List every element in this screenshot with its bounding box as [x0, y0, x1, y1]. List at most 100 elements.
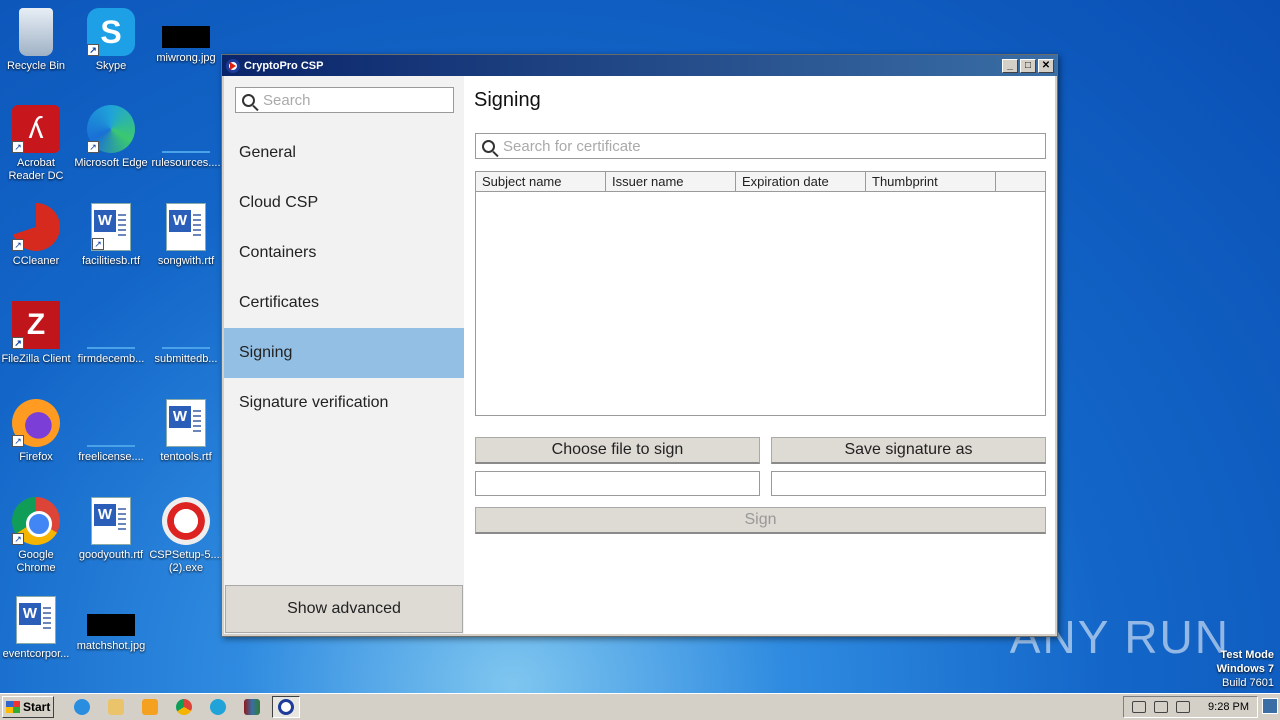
taskbar-media-player[interactable]	[136, 696, 164, 718]
page-title: Signing	[474, 89, 541, 111]
desktop-icon-label: eventcorpor...	[2, 648, 70, 660]
desktop-icon-ccleaner[interactable]: ↗ CCleaner	[0, 203, 74, 268]
table-header: Subject name Issuer name Expiration date…	[476, 172, 1045, 192]
desktop-icon-label: Google Chrome	[16, 549, 56, 574]
firefox-icon: ↗	[12, 399, 60, 447]
windows-logo-icon	[6, 701, 20, 713]
desktop-icon-label: FileZilla Client	[1, 353, 71, 365]
desktop-icon-edge[interactable]: ↗ Microsoft Edge	[73, 105, 149, 170]
desktop-icon-acrobat[interactable]: ʎ ↗ Acrobat Reader DC	[0, 105, 74, 183]
sidebar-item-containers[interactable]: Containers	[224, 228, 464, 278]
desktop-icon-submittedb[interactable]: submittedb...	[148, 301, 224, 366]
save-signature-button[interactable]: Save signature as	[771, 437, 1046, 464]
desktop-icon-label: Microsoft Edge	[74, 157, 148, 169]
system-tray: 9:28 PM	[1123, 696, 1258, 718]
desktop-icon-eventcorpor[interactable]: W eventcorpor...	[0, 596, 74, 661]
internet-explorer-icon	[74, 699, 90, 715]
clock[interactable]: 9:28 PM	[1208, 701, 1249, 713]
desktop-icon-cspsetup[interactable]: CSPSetup-5.... (2).exe	[148, 497, 224, 575]
desktop-icon-rulesources[interactable]: rulesources....	[148, 105, 224, 170]
desktop-icon-label: CSPSetup-5.... (2).exe	[149, 549, 223, 574]
test-mode-line: Build 7601	[1222, 677, 1274, 689]
desktop-icon-firefox[interactable]: ↗ Firefox	[0, 399, 74, 464]
sidebar-nav: General Cloud CSP Containers Certificate…	[224, 128, 464, 428]
file-path-field[interactable]	[475, 471, 760, 496]
sidebar-item-signing[interactable]: Signing	[224, 328, 464, 378]
desktop-icon-goodyouth[interactable]: W goodyouth.rtf	[73, 497, 149, 562]
sidebar-item-certificates[interactable]: Certificates	[224, 278, 464, 328]
column-subject-name[interactable]: Subject name	[476, 172, 606, 191]
window-client: General Cloud CSP Containers Certificate…	[224, 76, 1055, 634]
column-thumbprint[interactable]: Thumbprint	[866, 172, 996, 191]
signing-panel: Signing Subject name Issuer name Expirat…	[464, 76, 1055, 634]
desktop-icon-label: submittedb...	[154, 353, 218, 365]
action-center-flag-icon[interactable]	[1176, 701, 1191, 713]
filezilla-icon: Z ↗	[12, 301, 60, 349]
desktop-icon-skype[interactable]: S ↗ Skype	[73, 8, 149, 73]
choose-file-button[interactable]: Choose file to sign	[475, 437, 760, 464]
signature-path-field[interactable]	[771, 471, 1046, 496]
desktop-icon-tentools[interactable]: W tentools.rtf	[148, 399, 224, 464]
media-player-icon	[142, 699, 158, 715]
ccleaner-icon: ↗	[12, 203, 60, 251]
desktop-icon-freelicense[interactable]: freelicense....	[73, 399, 149, 464]
taskbar-explorer[interactable]	[102, 696, 130, 718]
taskbar-chrome[interactable]	[170, 696, 198, 718]
desktop-icon-facilitiesb[interactable]: W ↗ facilitiesb.rtf	[73, 203, 149, 268]
desktop-icon-chrome[interactable]: ↗ Google Chrome	[0, 497, 74, 575]
sidebar-item-cloud-csp[interactable]: Cloud CSP	[224, 178, 464, 228]
taskbar: Start 9:28 PM	[0, 693, 1280, 720]
desktop-icon-songwith[interactable]: W songwith.rtf	[148, 203, 224, 268]
search-icon	[242, 93, 255, 107]
file-icon	[162, 129, 210, 153]
image-file-icon	[87, 614, 135, 636]
test-mode-line: Test Mode	[1220, 649, 1274, 661]
column-issuer-name[interactable]: Issuer name	[606, 172, 736, 191]
desktop-icon-label: firmdecemb...	[77, 353, 145, 365]
cryptopro-icon	[226, 58, 240, 73]
desktop-icon-filezilla[interactable]: Z ↗ FileZilla Client	[0, 301, 74, 366]
taskbar-edge[interactable]	[204, 696, 232, 718]
sidebar-item-general[interactable]: General	[224, 128, 464, 178]
taskbar-winrar[interactable]	[238, 696, 266, 718]
word-document-icon: W	[16, 596, 56, 644]
desktop-icon-label: songwith.rtf	[157, 255, 215, 267]
show-advanced-button[interactable]: Show advanced	[225, 585, 463, 633]
title-bar[interactable]: CryptoPro CSP _ □ ✕	[222, 55, 1057, 76]
archive-icon	[244, 699, 260, 715]
column-expiration-date[interactable]: Expiration date	[736, 172, 866, 191]
window-controls: _ □ ✕	[1002, 58, 1057, 73]
maximize-button[interactable]: □	[1020, 58, 1036, 73]
taskbar-cryptopro[interactable]	[272, 696, 300, 718]
minimize-button[interactable]: _	[1002, 58, 1018, 73]
desktop-icon-label: tentools.rtf	[160, 451, 212, 463]
desktop-icon-firmdecemb[interactable]: firmdecemb...	[73, 301, 149, 366]
start-label: Start	[23, 700, 51, 714]
certificate-search[interactable]	[475, 133, 1046, 159]
certificate-search-input[interactable]	[503, 137, 1023, 155]
certificate-table[interactable]: Subject name Issuer name Expiration date…	[475, 171, 1046, 416]
desktop-icon-label: facilitiesb.rtf	[81, 255, 141, 267]
start-button[interactable]: Start	[2, 696, 54, 718]
desktop-icon-label: Recycle Bin	[6, 60, 66, 72]
desktop-icon-label: freelicense....	[78, 451, 144, 463]
desktop-icon-recycle-bin[interactable]: Recycle Bin	[0, 8, 74, 73]
column-filler	[996, 172, 1045, 191]
desktop-icon-miwrong[interactable]: miwrong.jpg	[148, 8, 224, 65]
sidebar-item-signature-verification[interactable]: Signature verification	[224, 378, 464, 428]
close-button[interactable]: ✕	[1038, 58, 1054, 73]
edge-icon	[210, 699, 226, 715]
word-document-icon: W ↗	[91, 203, 131, 251]
desktop-icon-matchshot[interactable]: matchshot.jpg	[73, 596, 149, 653]
network-icon[interactable]	[1154, 701, 1169, 713]
taskbar-ie[interactable]	[68, 696, 96, 718]
show-desktop-button[interactable]	[1262, 698, 1278, 714]
image-file-icon	[162, 26, 210, 48]
volume-icon[interactable]	[1132, 701, 1147, 713]
chrome-icon	[176, 699, 192, 715]
sidebar-search[interactable]	[235, 87, 454, 113]
test-mode-line: Windows 7	[1216, 663, 1274, 675]
sign-button[interactable]: Sign	[475, 507, 1046, 534]
desktop-icon-label: goodyouth.rtf	[78, 549, 144, 561]
sidebar-search-input[interactable]	[263, 91, 443, 109]
